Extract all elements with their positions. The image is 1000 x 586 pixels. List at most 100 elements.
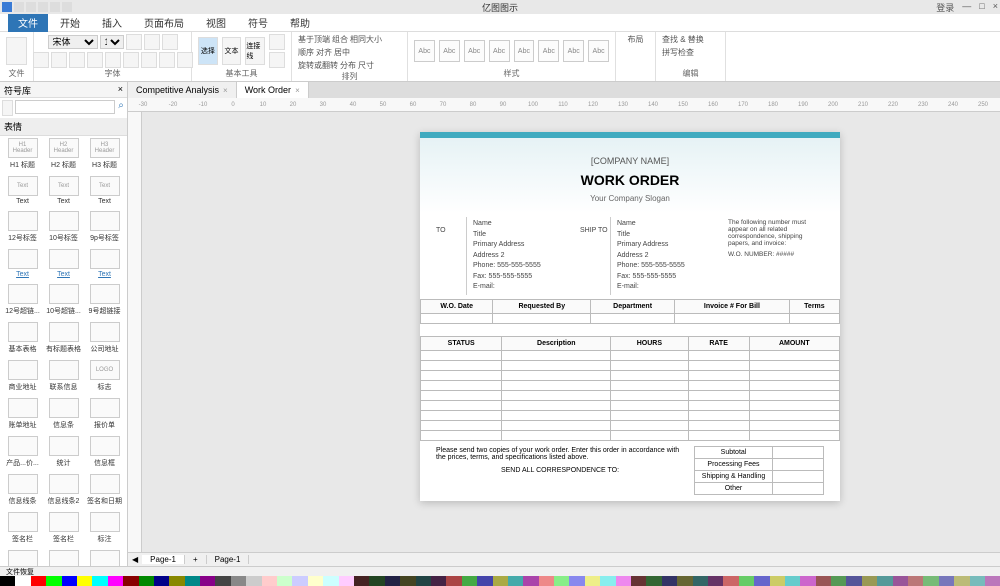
color-swatch[interactable]: [108, 576, 123, 586]
wo-info-table[interactable]: W.O. DateRequested ByDepartmentInvoice #…: [420, 299, 840, 324]
shape-item[interactable]: 信息线条: [5, 474, 41, 506]
color-swatch[interactable]: [693, 576, 708, 586]
search-icon[interactable]: ⌕: [117, 100, 125, 116]
shape-item[interactable]: 信息线条2: [46, 474, 82, 506]
connector-tool-button[interactable]: 连接线: [245, 37, 265, 65]
shape-item[interactable]: 基本表格: [5, 322, 41, 354]
color-swatch[interactable]: [600, 576, 615, 586]
increase-font-icon[interactable]: [126, 34, 142, 50]
style-preset[interactable]: Abc: [464, 40, 485, 62]
login-link[interactable]: 登录: [936, 1, 954, 14]
shape-item[interactable]: 信息框: [87, 436, 123, 468]
style-preset[interactable]: Abc: [439, 40, 460, 62]
align-center-icon[interactable]: [159, 52, 175, 68]
font-name-select[interactable]: 宋体: [48, 35, 98, 49]
color-swatch[interactable]: [893, 576, 908, 586]
shape-item[interactable]: 管理地址: [87, 550, 123, 566]
maximize-button[interactable]: □: [979, 1, 984, 14]
color-swatch[interactable]: [723, 576, 738, 586]
wo-summary[interactable]: Subtotal Processing Fees Shipping & Hand…: [694, 447, 824, 495]
color-swatch[interactable]: [123, 576, 138, 586]
color-swatch[interactable]: [462, 576, 477, 586]
shape-item[interactable]: 签名栏: [5, 512, 41, 544]
bold-icon[interactable]: [33, 52, 49, 68]
color-swatch[interactable]: [323, 576, 338, 586]
shape-item[interactable]: Text: [87, 249, 123, 278]
color-swatch[interactable]: [569, 576, 584, 586]
shape-item[interactable]: Text: [5, 249, 41, 278]
color-swatch[interactable]: [739, 576, 754, 586]
color-swatch[interactable]: [508, 576, 523, 586]
close-icon[interactable]: ×: [223, 86, 228, 95]
color-swatch[interactable]: [846, 576, 861, 586]
color-swatch[interactable]: [231, 576, 246, 586]
font-color-icon[interactable]: [105, 52, 121, 68]
color-swatch[interactable]: [908, 576, 923, 586]
shape-item[interactable]: 签名和日期: [87, 474, 123, 506]
company-slogan[interactable]: Your Company Slogan: [420, 194, 840, 203]
color-swatch[interactable]: [954, 576, 969, 586]
strike-icon[interactable]: [87, 52, 103, 68]
shape-item[interactable]: 报价单: [87, 398, 123, 430]
style-preset[interactable]: Abc: [489, 40, 510, 62]
color-swatch[interactable]: [154, 576, 169, 586]
print-icon[interactable]: [50, 2, 60, 12]
clear-format-icon[interactable]: [162, 34, 178, 50]
shape-item[interactable]: 有标题表格: [46, 322, 82, 354]
close-icon[interactable]: ×: [295, 86, 300, 95]
menu-file[interactable]: 文件: [8, 13, 48, 32]
color-swatch[interactable]: [308, 576, 323, 586]
color-swatch[interactable]: [0, 576, 15, 586]
color-swatch[interactable]: [185, 576, 200, 586]
color-swatch[interactable]: [277, 576, 292, 586]
color-swatch[interactable]: [939, 576, 954, 586]
style-preset[interactable]: Abc: [588, 40, 609, 62]
color-swatch[interactable]: [800, 576, 815, 586]
preview-icon[interactable]: [62, 2, 72, 12]
color-swatch[interactable]: [262, 576, 277, 586]
base-on-menu[interactable]: 基于顶端: [298, 34, 330, 45]
shape-item[interactable]: H1 HeaderH1 标题: [5, 138, 41, 170]
select-tool-button[interactable]: 选择: [198, 37, 218, 65]
color-swatch[interactable]: [92, 576, 107, 586]
to-address[interactable]: NameTitle Primary AddressAddress 2 Phone…: [466, 217, 580, 295]
shape-item[interactable]: 账单地址: [5, 398, 41, 430]
shape-item[interactable]: 12号标签: [5, 211, 41, 243]
save-icon[interactable]: [14, 2, 24, 12]
shape-item[interactable]: 公司地址: [87, 322, 123, 354]
color-swatch[interactable]: [677, 576, 692, 586]
work-order-title[interactable]: WORK ORDER: [420, 172, 840, 188]
shape-item[interactable]: TextText: [5, 176, 41, 205]
shape-item[interactable]: TextText: [46, 176, 82, 205]
align-left-icon[interactable]: [141, 52, 157, 68]
shape-item[interactable]: 定做的标题: [46, 550, 82, 566]
menu-symbol[interactable]: 符号: [238, 13, 278, 32]
page-tab[interactable]: Page-1: [142, 555, 185, 564]
wo-number-note[interactable]: The following number must appear on all …: [724, 217, 824, 295]
color-swatch[interactable]: [369, 576, 384, 586]
color-swatch[interactable]: [523, 576, 538, 586]
canvas[interactable]: [COMPANY NAME] WORK ORDER Your Company S…: [142, 112, 1000, 552]
minimize-button[interactable]: —: [962, 1, 971, 14]
color-swatch[interactable]: [785, 576, 800, 586]
shape-item[interactable]: 标注3: [5, 550, 41, 566]
shape-item[interactable]: Text: [46, 249, 82, 278]
page-tab-2[interactable]: Page-1: [207, 555, 250, 564]
redo-icon[interactable]: [38, 2, 48, 12]
shapes-search-input[interactable]: [15, 100, 115, 114]
color-swatch[interactable]: [416, 576, 431, 586]
text-tool-button[interactable]: 文本: [222, 37, 242, 65]
font-size-select[interactable]: 10: [100, 35, 124, 49]
distribute-menu[interactable]: 分布: [340, 60, 356, 71]
shapes-folder-icon[interactable]: [2, 100, 13, 116]
space-menu[interactable]: 尺寸: [358, 60, 374, 71]
color-swatch[interactable]: [292, 576, 307, 586]
shape-item[interactable]: 9p号标签: [87, 211, 123, 243]
menu-insert[interactable]: 插入: [92, 13, 132, 32]
shape-tool-icon[interactable]: [269, 52, 285, 68]
color-swatch[interactable]: [862, 576, 877, 586]
color-swatch[interactable]: [631, 576, 646, 586]
color-swatch[interactable]: [400, 576, 415, 586]
style-preset[interactable]: Abc: [514, 40, 535, 62]
decrease-font-icon[interactable]: [144, 34, 160, 50]
